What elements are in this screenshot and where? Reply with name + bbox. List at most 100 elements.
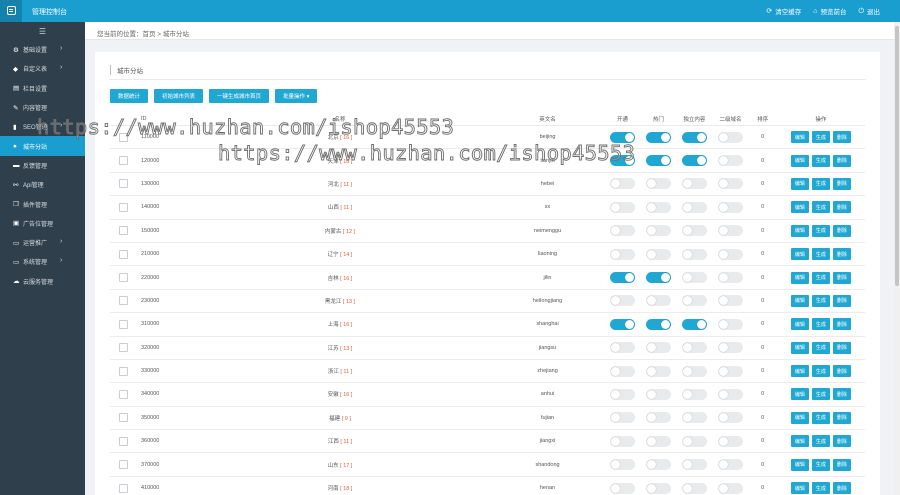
hot-toggle[interactable] xyxy=(645,342,671,354)
hot-toggle[interactable] xyxy=(645,178,671,190)
secondary-domain-toggle[interactable] xyxy=(717,459,743,471)
edit-button[interactable]: 编辑 xyxy=(790,201,809,214)
hot-toggle[interactable] xyxy=(645,318,671,330)
sidebar-item[interactable]: ▮ SEO管理 › xyxy=(0,117,85,136)
generate-button[interactable]: 生成 xyxy=(811,294,830,307)
open-toggle[interactable] xyxy=(609,248,635,260)
independent-content-toggle[interactable] xyxy=(681,248,707,260)
open-toggle[interactable] xyxy=(609,131,635,143)
open-toggle[interactable] xyxy=(609,342,635,354)
edit-button[interactable]: 编辑 xyxy=(790,411,809,424)
generate-button[interactable]: 生成 xyxy=(811,248,830,261)
secondary-domain-toggle[interactable] xyxy=(717,272,743,284)
sidebar-item[interactable]: ❐ 插件管理 xyxy=(0,194,85,213)
hot-toggle[interactable] xyxy=(645,155,671,167)
delete-button[interactable]: 删除 xyxy=(832,341,851,354)
row-checkbox[interactable] xyxy=(119,460,128,470)
init-city-list-button[interactable]: 初始城市列表 xyxy=(154,89,204,103)
hot-toggle[interactable] xyxy=(645,365,671,377)
delete-button[interactable]: 删除 xyxy=(832,458,851,471)
independent-content-toggle[interactable] xyxy=(681,342,707,354)
row-checkbox[interactable] xyxy=(119,436,128,446)
generate-button[interactable]: 生成 xyxy=(811,458,830,471)
hot-toggle[interactable] xyxy=(645,412,671,424)
generate-button[interactable]: 生成 xyxy=(811,482,830,495)
page-scrollbar[interactable] xyxy=(894,22,900,495)
generate-button[interactable]: 生成 xyxy=(811,154,830,167)
delete-button[interactable]: 删除 xyxy=(832,201,851,214)
generate-button[interactable]: 生成 xyxy=(811,201,830,214)
open-toggle[interactable] xyxy=(609,435,635,447)
secondary-domain-toggle[interactable] xyxy=(717,131,743,143)
generate-button[interactable]: 生成 xyxy=(811,341,830,354)
open-toggle[interactable] xyxy=(609,225,635,237)
sidebar-item[interactable]: ▭ 系统管理 › xyxy=(0,252,85,271)
edit-button[interactable]: 编辑 xyxy=(790,435,809,448)
row-checkbox[interactable] xyxy=(119,343,128,353)
edit-button[interactable]: 编辑 xyxy=(790,318,809,331)
independent-content-toggle[interactable] xyxy=(681,435,707,447)
hot-toggle[interactable] xyxy=(645,272,671,284)
row-checkbox[interactable] xyxy=(119,319,128,329)
delete-button[interactable]: 删除 xyxy=(832,482,851,495)
scrollbar-thumb[interactable] xyxy=(895,26,899,286)
open-toggle[interactable] xyxy=(609,412,635,424)
open-toggle[interactable] xyxy=(609,459,635,471)
open-toggle[interactable] xyxy=(609,178,635,190)
generate-button[interactable]: 生成 xyxy=(811,177,830,190)
row-checkbox[interactable] xyxy=(119,483,128,493)
secondary-domain-toggle[interactable] xyxy=(717,201,743,213)
edit-button[interactable]: 编辑 xyxy=(790,482,809,495)
hot-toggle[interactable] xyxy=(645,459,671,471)
edit-button[interactable]: 编辑 xyxy=(790,365,809,378)
open-toggle[interactable] xyxy=(609,365,635,377)
generate-button[interactable]: 生成 xyxy=(811,411,830,424)
edit-button[interactable]: 编辑 xyxy=(790,248,809,261)
secondary-domain-toggle[interactable] xyxy=(717,435,743,447)
independent-content-toggle[interactable] xyxy=(681,225,707,237)
open-toggle[interactable] xyxy=(609,272,635,284)
secondary-domain-toggle[interactable] xyxy=(717,342,743,354)
open-toggle[interactable] xyxy=(609,388,635,400)
secondary-domain-toggle[interactable] xyxy=(717,482,743,494)
secondary-domain-toggle[interactable] xyxy=(717,295,743,307)
row-checkbox[interactable] xyxy=(119,179,128,189)
generate-city-home-button[interactable]: 一键生成城市首页 xyxy=(209,89,270,103)
hot-toggle[interactable] xyxy=(645,295,671,307)
independent-content-toggle[interactable] xyxy=(681,459,707,471)
generate-button[interactable]: 生成 xyxy=(811,224,830,237)
edit-button[interactable]: 编辑 xyxy=(790,458,809,471)
independent-content-toggle[interactable] xyxy=(681,295,707,307)
clear-cache-button[interactable]: ⟳ 清空缓存 xyxy=(766,6,801,17)
secondary-domain-toggle[interactable] xyxy=(717,248,743,260)
delete-button[interactable]: 删除 xyxy=(832,435,851,448)
edit-button[interactable]: 编辑 xyxy=(790,177,809,190)
logout-button[interactable]: ⏻ 退出 xyxy=(858,6,880,17)
hot-toggle[interactable] xyxy=(645,482,671,494)
hot-toggle[interactable] xyxy=(645,131,671,143)
secondary-domain-toggle[interactable] xyxy=(717,412,743,424)
open-toggle[interactable] xyxy=(609,482,635,494)
stats-button[interactable]: 数据统计 xyxy=(110,89,149,103)
hot-toggle[interactable] xyxy=(645,225,671,237)
independent-content-toggle[interactable] xyxy=(681,201,707,213)
edit-button[interactable]: 编辑 xyxy=(790,271,809,284)
generate-button[interactable]: 生成 xyxy=(811,271,830,284)
edit-button[interactable]: 编辑 xyxy=(790,224,809,237)
preview-frontend-button[interactable]: ⌂ 预览前台 xyxy=(813,6,846,17)
independent-content-toggle[interactable] xyxy=(681,178,707,190)
independent-content-toggle[interactable] xyxy=(681,388,707,400)
independent-content-toggle[interactable] xyxy=(681,482,707,494)
hot-toggle[interactable] xyxy=(645,248,671,260)
generate-button[interactable]: 生成 xyxy=(811,318,830,331)
delete-button[interactable]: 删除 xyxy=(832,318,851,331)
delete-button[interactable]: 删除 xyxy=(832,365,851,378)
edit-button[interactable]: 编辑 xyxy=(790,388,809,401)
secondary-domain-toggle[interactable] xyxy=(717,155,743,167)
delete-button[interactable]: 删除 xyxy=(832,154,851,167)
row-checkbox[interactable] xyxy=(119,156,128,166)
row-checkbox[interactable] xyxy=(119,226,128,236)
secondary-domain-toggle[interactable] xyxy=(717,178,743,190)
open-toggle[interactable] xyxy=(609,201,635,213)
independent-content-toggle[interactable] xyxy=(681,131,707,143)
